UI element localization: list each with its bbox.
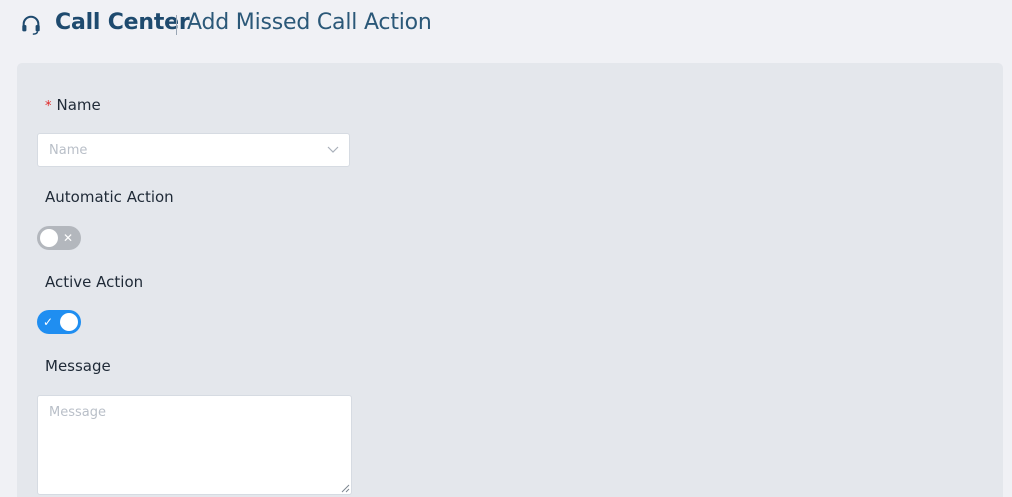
name-label-text: Name xyxy=(56,96,101,114)
title-separator xyxy=(176,15,177,35)
name-select[interactable]: Name xyxy=(37,133,350,167)
headset-icon xyxy=(22,15,40,35)
page-subtitle: Add Missed Call Action xyxy=(187,10,432,35)
message-textarea[interactable] xyxy=(37,395,352,495)
name-label: * Name xyxy=(45,96,101,114)
check-icon: ✓ xyxy=(43,315,54,329)
page-header: Call Center Add Missed Call Action xyxy=(0,0,1012,52)
chevron-down-icon xyxy=(327,146,339,153)
name-placeholder: Name xyxy=(49,143,88,158)
page-title: Call Center xyxy=(55,10,190,35)
toggle-knob xyxy=(60,313,78,331)
automatic-action-label: Automatic Action xyxy=(45,188,174,206)
message-label: Message xyxy=(45,357,111,375)
toggle-knob xyxy=(40,229,58,247)
required-marker: * xyxy=(45,99,52,114)
active-action-toggle[interactable]: ✓ xyxy=(37,310,81,334)
active-action-label: Active Action xyxy=(45,273,144,291)
resize-grip-icon[interactable] xyxy=(340,483,350,493)
close-icon: ✕ xyxy=(63,231,74,245)
automatic-action-toggle[interactable]: ✕ xyxy=(37,226,81,250)
